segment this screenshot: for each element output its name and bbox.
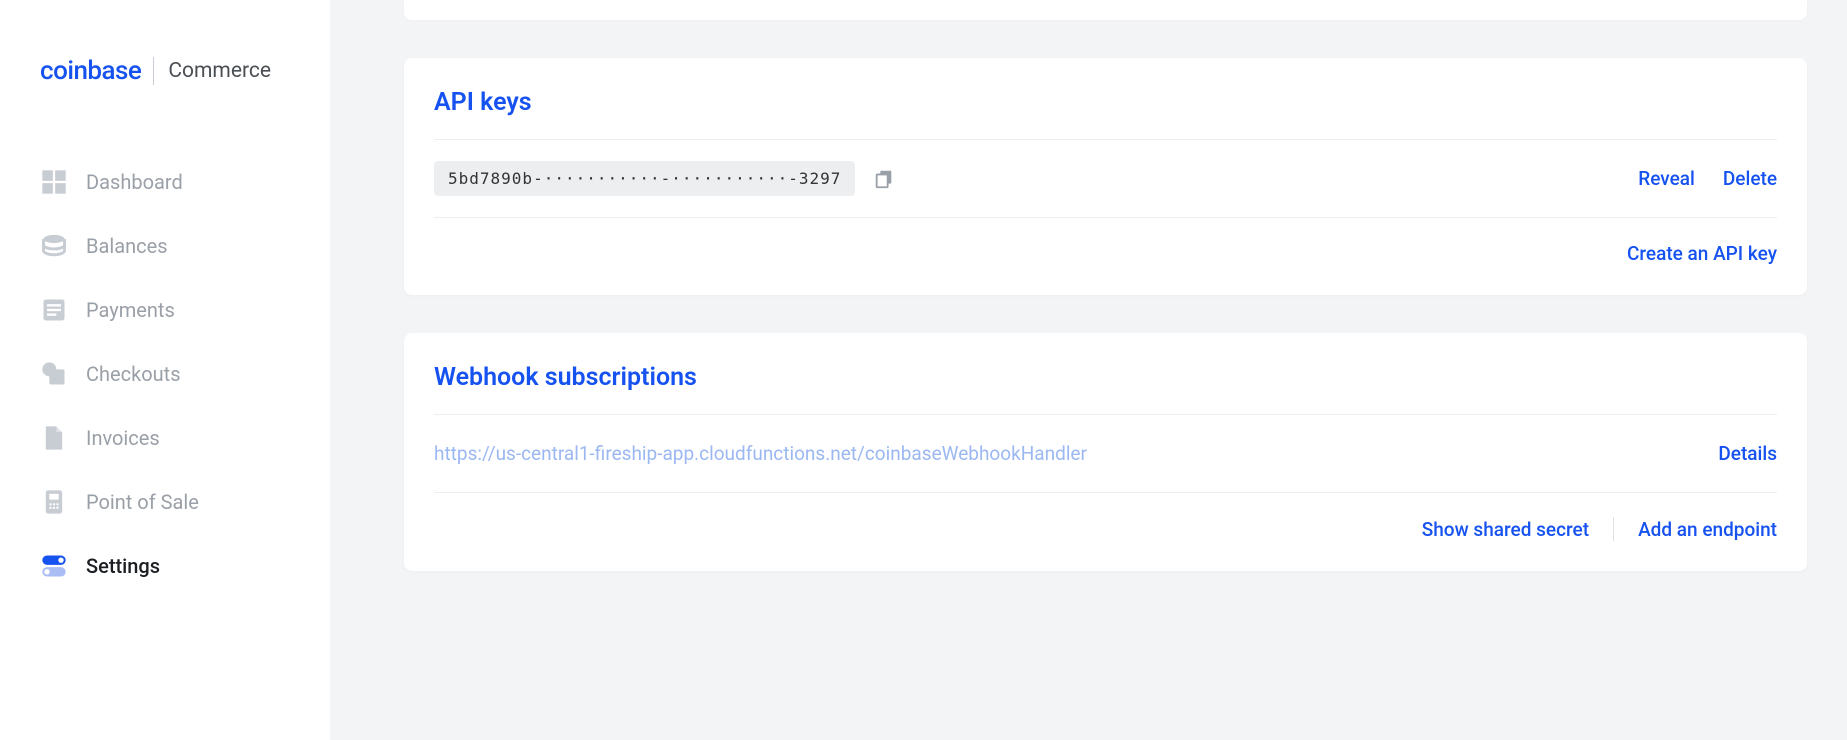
sidebar-item-label: Dashboard bbox=[86, 170, 183, 194]
show-shared-secret-button[interactable]: Show shared secret bbox=[1422, 518, 1589, 541]
main-content: API keys 5bd7890b-···········-··········… bbox=[330, 0, 1847, 740]
webhooks-footer: Show shared secret Add an endpoint bbox=[434, 492, 1777, 571]
sidebar-item-label: Settings bbox=[86, 554, 160, 578]
previous-card-bottom bbox=[404, 0, 1807, 20]
coins-icon bbox=[40, 232, 68, 260]
copy-icon[interactable] bbox=[873, 168, 895, 190]
sidebar-item-settings[interactable]: Settings bbox=[40, 534, 330, 598]
webhooks-card: Webhook subscriptions https://us-central… bbox=[404, 333, 1807, 571]
dashboard-icon bbox=[40, 168, 68, 196]
api-keys-footer: Create an API key bbox=[434, 217, 1777, 295]
api-key-masked: 5bd7890b-···········-···········-3297 bbox=[434, 161, 855, 196]
sidebar-item-balances[interactable]: Balances bbox=[40, 214, 330, 278]
sidebar-item-label: Payments bbox=[86, 298, 175, 322]
brand-name: coinbase bbox=[40, 56, 141, 86]
brand-product: Commerce bbox=[168, 59, 271, 83]
webhook-row: https://us-central1-fireship-app.cloudfu… bbox=[434, 414, 1777, 492]
sidebar-nav: Dashboard Balances Payments Checkouts In bbox=[0, 150, 330, 598]
sidebar-item-label: Invoices bbox=[86, 426, 160, 450]
card-title: Webhook subscriptions bbox=[434, 363, 1777, 392]
sidebar-item-label: Checkouts bbox=[86, 362, 181, 386]
sidebar-item-label: Balances bbox=[86, 234, 168, 258]
brand-logo: coinbase Commerce bbox=[0, 56, 330, 86]
divider bbox=[1613, 517, 1614, 541]
api-key-row: 5bd7890b-···········-···········-3297 Re… bbox=[434, 139, 1777, 217]
file-icon bbox=[40, 424, 68, 452]
toggles-icon bbox=[40, 552, 68, 580]
pos-icon bbox=[40, 488, 68, 516]
list-icon bbox=[40, 296, 68, 324]
sidebar-item-dashboard[interactable]: Dashboard bbox=[40, 150, 330, 214]
sidebar-item-payments[interactable]: Payments bbox=[40, 278, 330, 342]
delete-button[interactable]: Delete bbox=[1723, 167, 1777, 190]
webhook-url[interactable]: https://us-central1-fireship-app.cloudfu… bbox=[434, 442, 1087, 465]
sidebar-item-point-of-sale[interactable]: Point of Sale bbox=[40, 470, 330, 534]
create-api-key-button[interactable]: Create an API key bbox=[1627, 242, 1777, 265]
sidebar-item-label: Point of Sale bbox=[86, 490, 199, 514]
sidebar-item-invoices[interactable]: Invoices bbox=[40, 406, 330, 470]
checkouts-icon bbox=[40, 360, 68, 388]
sidebar: coinbase Commerce Dashboard Balances Pay… bbox=[0, 0, 330, 740]
sidebar-item-checkouts[interactable]: Checkouts bbox=[40, 342, 330, 406]
add-endpoint-button[interactable]: Add an endpoint bbox=[1638, 518, 1777, 541]
card-title: API keys bbox=[434, 88, 1777, 117]
logo-divider bbox=[153, 57, 154, 85]
api-keys-card: API keys 5bd7890b-···········-··········… bbox=[404, 58, 1807, 295]
reveal-button[interactable]: Reveal bbox=[1638, 167, 1695, 190]
webhook-details-button[interactable]: Details bbox=[1718, 442, 1777, 465]
